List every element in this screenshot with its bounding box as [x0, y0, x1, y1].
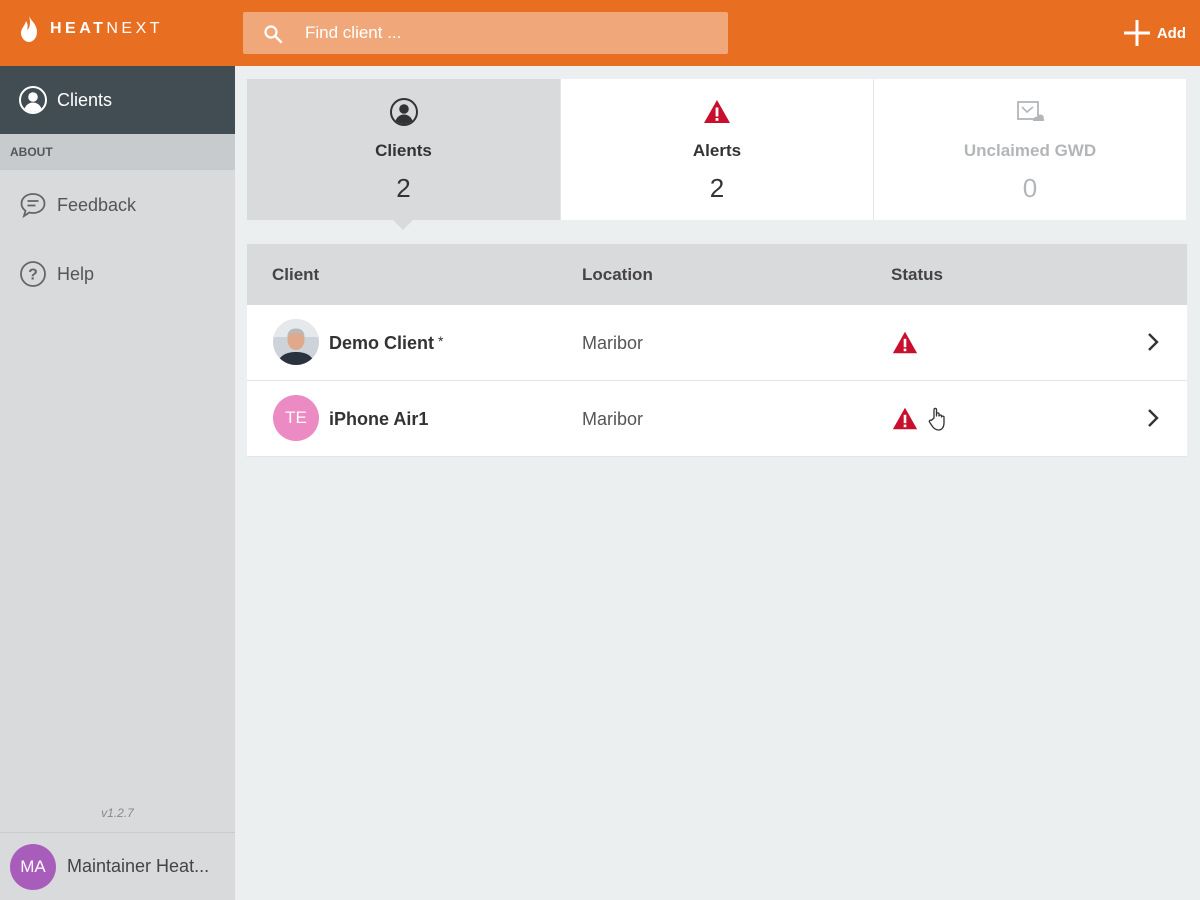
search-icon: [264, 25, 283, 44]
alert-warning-icon[interactable]: [891, 405, 919, 433]
user-profile[interactable]: MA Maintainer Heat...: [0, 832, 235, 900]
column-header-client[interactable]: Client: [272, 265, 319, 285]
sidebar-item-clients[interactable]: Clients: [0, 66, 235, 134]
version-label: v1.2.7: [101, 806, 134, 820]
device-image-icon: [1017, 101, 1045, 121]
clients-table: Client Location Status Demo Client * Mari…: [247, 244, 1187, 457]
chat-bubble-icon: [20, 193, 46, 219]
summary-card-label: Clients: [375, 141, 432, 160]
account-circle-icon: [389, 98, 418, 126]
client-marker: *: [438, 333, 444, 349]
summary-card-clients[interactable]: Clients 2: [247, 79, 560, 220]
svg-text:?: ?: [28, 267, 38, 284]
summary-card-label: Unclaimed GWD: [963, 141, 1097, 160]
user-name: Maintainer Heat...: [67, 856, 210, 876]
table-row[interactable]: Demo Client * Maribor: [247, 305, 1187, 381]
sidebar-item-feedback[interactable]: Feedback: [0, 180, 235, 230]
brand-name-bold: HEAT: [50, 20, 107, 37]
client-name: Demo Client *: [329, 333, 443, 354]
brand-name-light: NEXT: [106, 20, 164, 37]
flame-icon: [21, 16, 37, 42]
question-circle-icon: ?: [20, 261, 46, 287]
chevron-right-icon[interactable]: [1143, 330, 1163, 354]
sidebar-item-label: Help: [57, 263, 95, 284]
search-box: [243, 12, 728, 54]
table-header: Client Location Status: [247, 244, 1187, 305]
client-location: Maribor: [582, 409, 644, 429]
plus-icon: [1123, 20, 1150, 46]
active-card-pointer: [393, 220, 413, 230]
avatar: TE: [273, 395, 319, 441]
logo[interactable]: HEATNEXT: [18, 14, 163, 44]
summary-card-count: 0: [1022, 173, 1038, 203]
add-button-label: Add: [1156, 24, 1186, 42]
summary-card-alerts[interactable]: Alerts 2: [560, 79, 873, 220]
brand-name: HEATNEXT: [50, 20, 163, 38]
summary-cards: Clients 2 Alerts 2 Unclaimed GWD 0: [247, 79, 1187, 220]
sidebar-item-help[interactable]: ? Help: [0, 249, 235, 299]
section-header-about: ABOUT: [0, 134, 235, 170]
chevron-right-icon[interactable]: [1143, 406, 1163, 430]
summary-card-count: 2: [396, 173, 411, 203]
client-location: Maribor: [582, 333, 644, 353]
avatar: MA: [10, 843, 56, 890]
table-row[interactable]: TE iPhone Air1 Maribor: [247, 381, 1187, 457]
client-name-text: Demo Client: [329, 333, 435, 353]
warning-icon: [704, 100, 730, 123]
summary-card-count: 2: [709, 173, 725, 203]
top-bar: HEATNEXT Add: [0, 0, 1200, 66]
alert-warning-icon[interactable]: [891, 329, 919, 357]
sidebar-item-label: Clients: [57, 89, 113, 110]
sidebar-item-label: Feedback: [57, 194, 137, 215]
search-input[interactable]: [305, 12, 705, 54]
avatar: [273, 319, 319, 365]
account-circle-icon: [19, 86, 47, 114]
hand-cursor-icon: [928, 407, 945, 431]
add-button[interactable]: Add: [1123, 18, 1186, 48]
column-header-location[interactable]: Location: [582, 265, 653, 285]
client-name: iPhone Air1: [329, 409, 429, 429]
summary-card-unclaimed-gwd[interactable]: Unclaimed GWD 0: [873, 79, 1186, 220]
column-header-status[interactable]: Status: [891, 265, 943, 285]
sidebar: Clients ABOUT Feedback ? Help v1.2.7 MA …: [0, 66, 235, 900]
summary-card-label: Alerts: [692, 141, 742, 160]
